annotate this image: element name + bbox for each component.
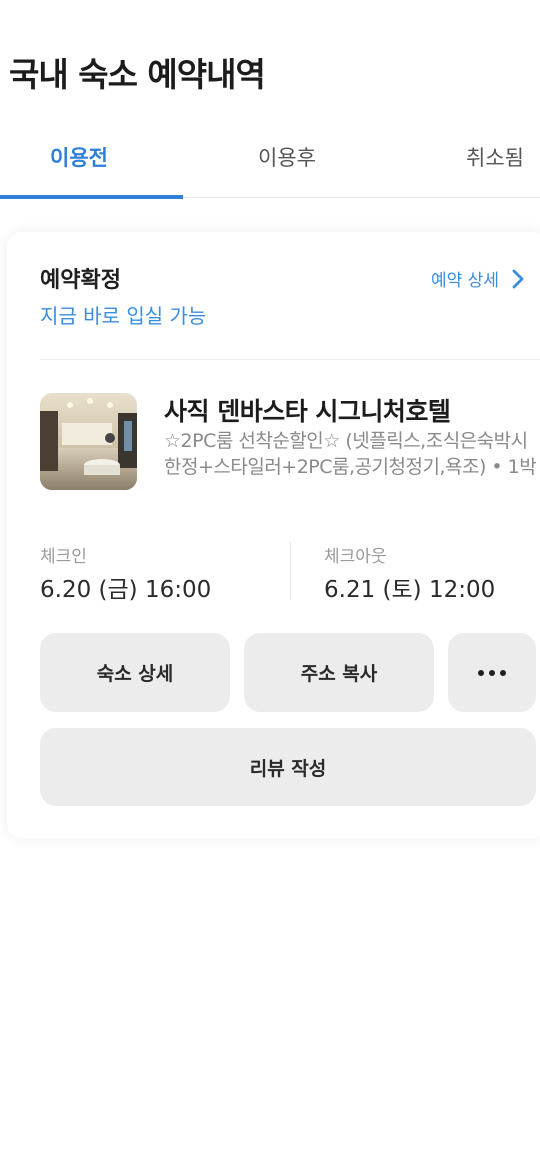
copy-address-label: 주소 복사 bbox=[300, 663, 378, 685]
tab-cancelled[interactable]: 취소됨 bbox=[466, 142, 524, 172]
stay-detail-label: 숙소 상세 bbox=[96, 663, 174, 685]
checkout-value: 6.21 (토) 12:00 bbox=[324, 577, 496, 603]
reservation-status-sub: 지금 바로 입실 가능 bbox=[40, 304, 207, 328]
checkin-value: 6.20 (금) 16:00 bbox=[40, 577, 212, 603]
reservation-detail-link[interactable]: 예약 상세 bbox=[431, 266, 525, 291]
write-review-label: 리뷰 작성 bbox=[249, 757, 327, 780]
checkin-checkout-divider bbox=[290, 542, 291, 600]
reservation-card: 예약확정 지금 바로 입실 가능 예약 상세 사직 덴바스타 시그니처호텔 ☆2… bbox=[7, 232, 540, 838]
reservation-detail-label: 예약 상세 bbox=[431, 271, 499, 291]
hotel-name[interactable]: 사직 덴바스타 시그니처호텔 bbox=[164, 392, 451, 428]
reservation-status: 예약확정 bbox=[40, 268, 121, 293]
card-divider bbox=[40, 359, 540, 360]
stay-detail-button[interactable]: 숙소 상세 bbox=[40, 633, 230, 712]
more-options-button[interactable] bbox=[448, 633, 536, 712]
checkout-label: 체크아웃 bbox=[324, 547, 387, 567]
tab-before-use[interactable]: 이용전 bbox=[50, 142, 108, 172]
hotel-thumbnail[interactable] bbox=[40, 393, 137, 490]
more-dots-icon bbox=[478, 669, 506, 676]
checkin-label: 체크인 bbox=[40, 547, 87, 567]
page-title: 국내 숙소 예약내역 bbox=[9, 55, 266, 94]
active-tab-indicator bbox=[0, 195, 183, 199]
room-description: ☆2PC룸 선착순할인☆ (넷플릭스,조식은숙박시 한정+스타일러+2PC룸,공… bbox=[164, 430, 537, 478]
chevron-right-icon bbox=[512, 269, 524, 288]
write-review-button[interactable]: 리뷰 작성 bbox=[40, 728, 536, 806]
tab-bar: 이용전 이용후 취소됨 bbox=[0, 128, 540, 199]
copy-address-button[interactable]: 주소 복사 bbox=[244, 633, 434, 712]
tab-after-use[interactable]: 이용후 bbox=[258, 142, 316, 172]
